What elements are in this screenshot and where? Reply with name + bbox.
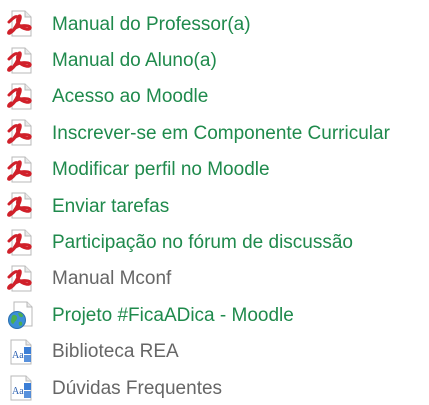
link-manual-mconf[interactable]: Manual Mconf (52, 269, 171, 288)
link-enviar-tarefas[interactable]: Enviar tarefas (52, 197, 169, 216)
list-item: Projeto #FicaADica - Moodle (6, 297, 429, 333)
link-projeto-ficaadica[interactable]: Projeto #FicaADica - Moodle (52, 306, 294, 325)
list-item: Aa Dúvidas Frequentes (6, 370, 429, 405)
list-item: Enviar tarefas (6, 188, 429, 224)
link-biblioteca-rea[interactable]: Biblioteca REA (52, 342, 179, 361)
list-item: Manual do Aluno(a) (6, 42, 429, 78)
pdf-icon[interactable] (6, 155, 36, 185)
list-item: Modificar perfil no Moodle (6, 152, 429, 188)
link-manual-professor[interactable]: Manual do Professor(a) (52, 15, 251, 34)
pdf-icon[interactable] (6, 118, 36, 148)
link-inscrever-componente[interactable]: Inscrever-se em Componente Curricular (52, 124, 390, 143)
pdf-icon[interactable] (6, 228, 36, 258)
resource-link-list: Manual do Professor(a) Manual do Aluno(a… (0, 0, 429, 405)
svg-text:Aa: Aa (12, 386, 24, 397)
pdf-icon[interactable] (6, 264, 36, 294)
list-item: Manual Mconf (6, 261, 429, 297)
pdf-icon[interactable] (6, 9, 36, 39)
link-modificar-perfil[interactable]: Modificar perfil no Moodle (52, 160, 270, 179)
list-item: Aa Biblioteca REA (6, 334, 429, 370)
list-item: Acesso ao Moodle (6, 79, 429, 115)
link-manual-aluno[interactable]: Manual do Aluno(a) (52, 51, 217, 70)
pdf-icon[interactable] (6, 82, 36, 112)
list-item: Participação no fórum de discussão (6, 224, 429, 260)
text-page-icon[interactable]: Aa (6, 337, 36, 367)
pdf-icon[interactable] (6, 46, 36, 76)
web-page-icon[interactable] (6, 300, 36, 330)
link-participacao-forum[interactable]: Participação no fórum de discussão (52, 233, 353, 252)
list-item: Inscrever-se em Componente Curricular (6, 115, 429, 151)
list-item: Manual do Professor(a) (6, 6, 429, 42)
link-duvidas-frequentes[interactable]: Dúvidas Frequentes (52, 379, 222, 398)
svg-text:Aa: Aa (12, 350, 24, 361)
pdf-icon[interactable] (6, 191, 36, 221)
text-page-icon[interactable]: Aa (6, 373, 36, 403)
link-acesso-moodle[interactable]: Acesso ao Moodle (52, 87, 208, 106)
